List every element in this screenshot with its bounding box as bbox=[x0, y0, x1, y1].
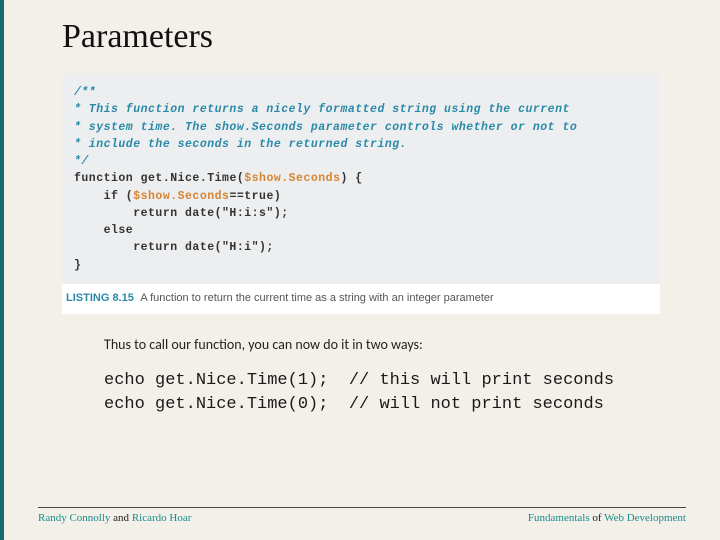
code-block: /** * This function returns a nicely for… bbox=[62, 74, 660, 284]
listing-caption: LISTING 8.15 A function to return the cu… bbox=[62, 284, 660, 314]
footer-left: Randy Connolly and Ricardo Hoar bbox=[38, 512, 191, 524]
doc-line: /** bbox=[74, 84, 648, 101]
text: and bbox=[110, 512, 131, 524]
listing-text: A function to return the current time as… bbox=[140, 292, 493, 304]
keyword: function bbox=[74, 172, 133, 185]
text: of bbox=[590, 512, 604, 524]
code-line: if ($show.Seconds==true) bbox=[74, 188, 648, 205]
doc-line: * system time. The show.Seconds paramete… bbox=[74, 119, 648, 136]
code-line: function get.Nice.Time($show.Seconds) { bbox=[74, 170, 648, 187]
example-line: echo get.Nice.Time(0); // will not print… bbox=[104, 395, 604, 414]
listing-number: LISTING 8.15 bbox=[66, 292, 134, 304]
parameter: $show.Seconds bbox=[244, 172, 340, 185]
author: Ricardo Hoar bbox=[132, 512, 192, 524]
doc-line: * include the seconds in the returned st… bbox=[74, 136, 648, 153]
doc-line: * This function returns a nicely formatt… bbox=[74, 101, 648, 118]
code-line: else bbox=[74, 222, 648, 239]
text: if ( bbox=[74, 190, 133, 203]
code-line: return date("H:i"); bbox=[74, 239, 648, 256]
text: ==true) bbox=[229, 190, 281, 203]
footer-right: Fundamentals of Web Development bbox=[528, 512, 686, 524]
call-examples: echo get.Nice.Time(1); // this will prin… bbox=[104, 369, 660, 418]
doc-line: */ bbox=[74, 153, 648, 170]
book-part: Fundamentals bbox=[528, 512, 590, 524]
paren: ) { bbox=[340, 172, 362, 185]
code-figure: /** * This function returns a nicely for… bbox=[62, 74, 660, 314]
code-line: return date("H:i:s"); bbox=[74, 205, 648, 222]
book-part: Web Development bbox=[604, 512, 686, 524]
slide: Parameters /** * This function returns a… bbox=[0, 0, 720, 540]
example-line: echo get.Nice.Time(1); // this will prin… bbox=[104, 371, 614, 390]
footer: Randy Connolly and Ricardo Hoar Fundamen… bbox=[38, 507, 686, 524]
author: Randy Connolly bbox=[38, 512, 110, 524]
variable: $show.Seconds bbox=[133, 190, 229, 203]
body-text: Thus to call our function, you can now d… bbox=[104, 336, 660, 353]
function-name: get.Nice.Time bbox=[141, 172, 237, 185]
page-title: Parameters bbox=[62, 18, 720, 56]
code-line: } bbox=[74, 257, 648, 274]
